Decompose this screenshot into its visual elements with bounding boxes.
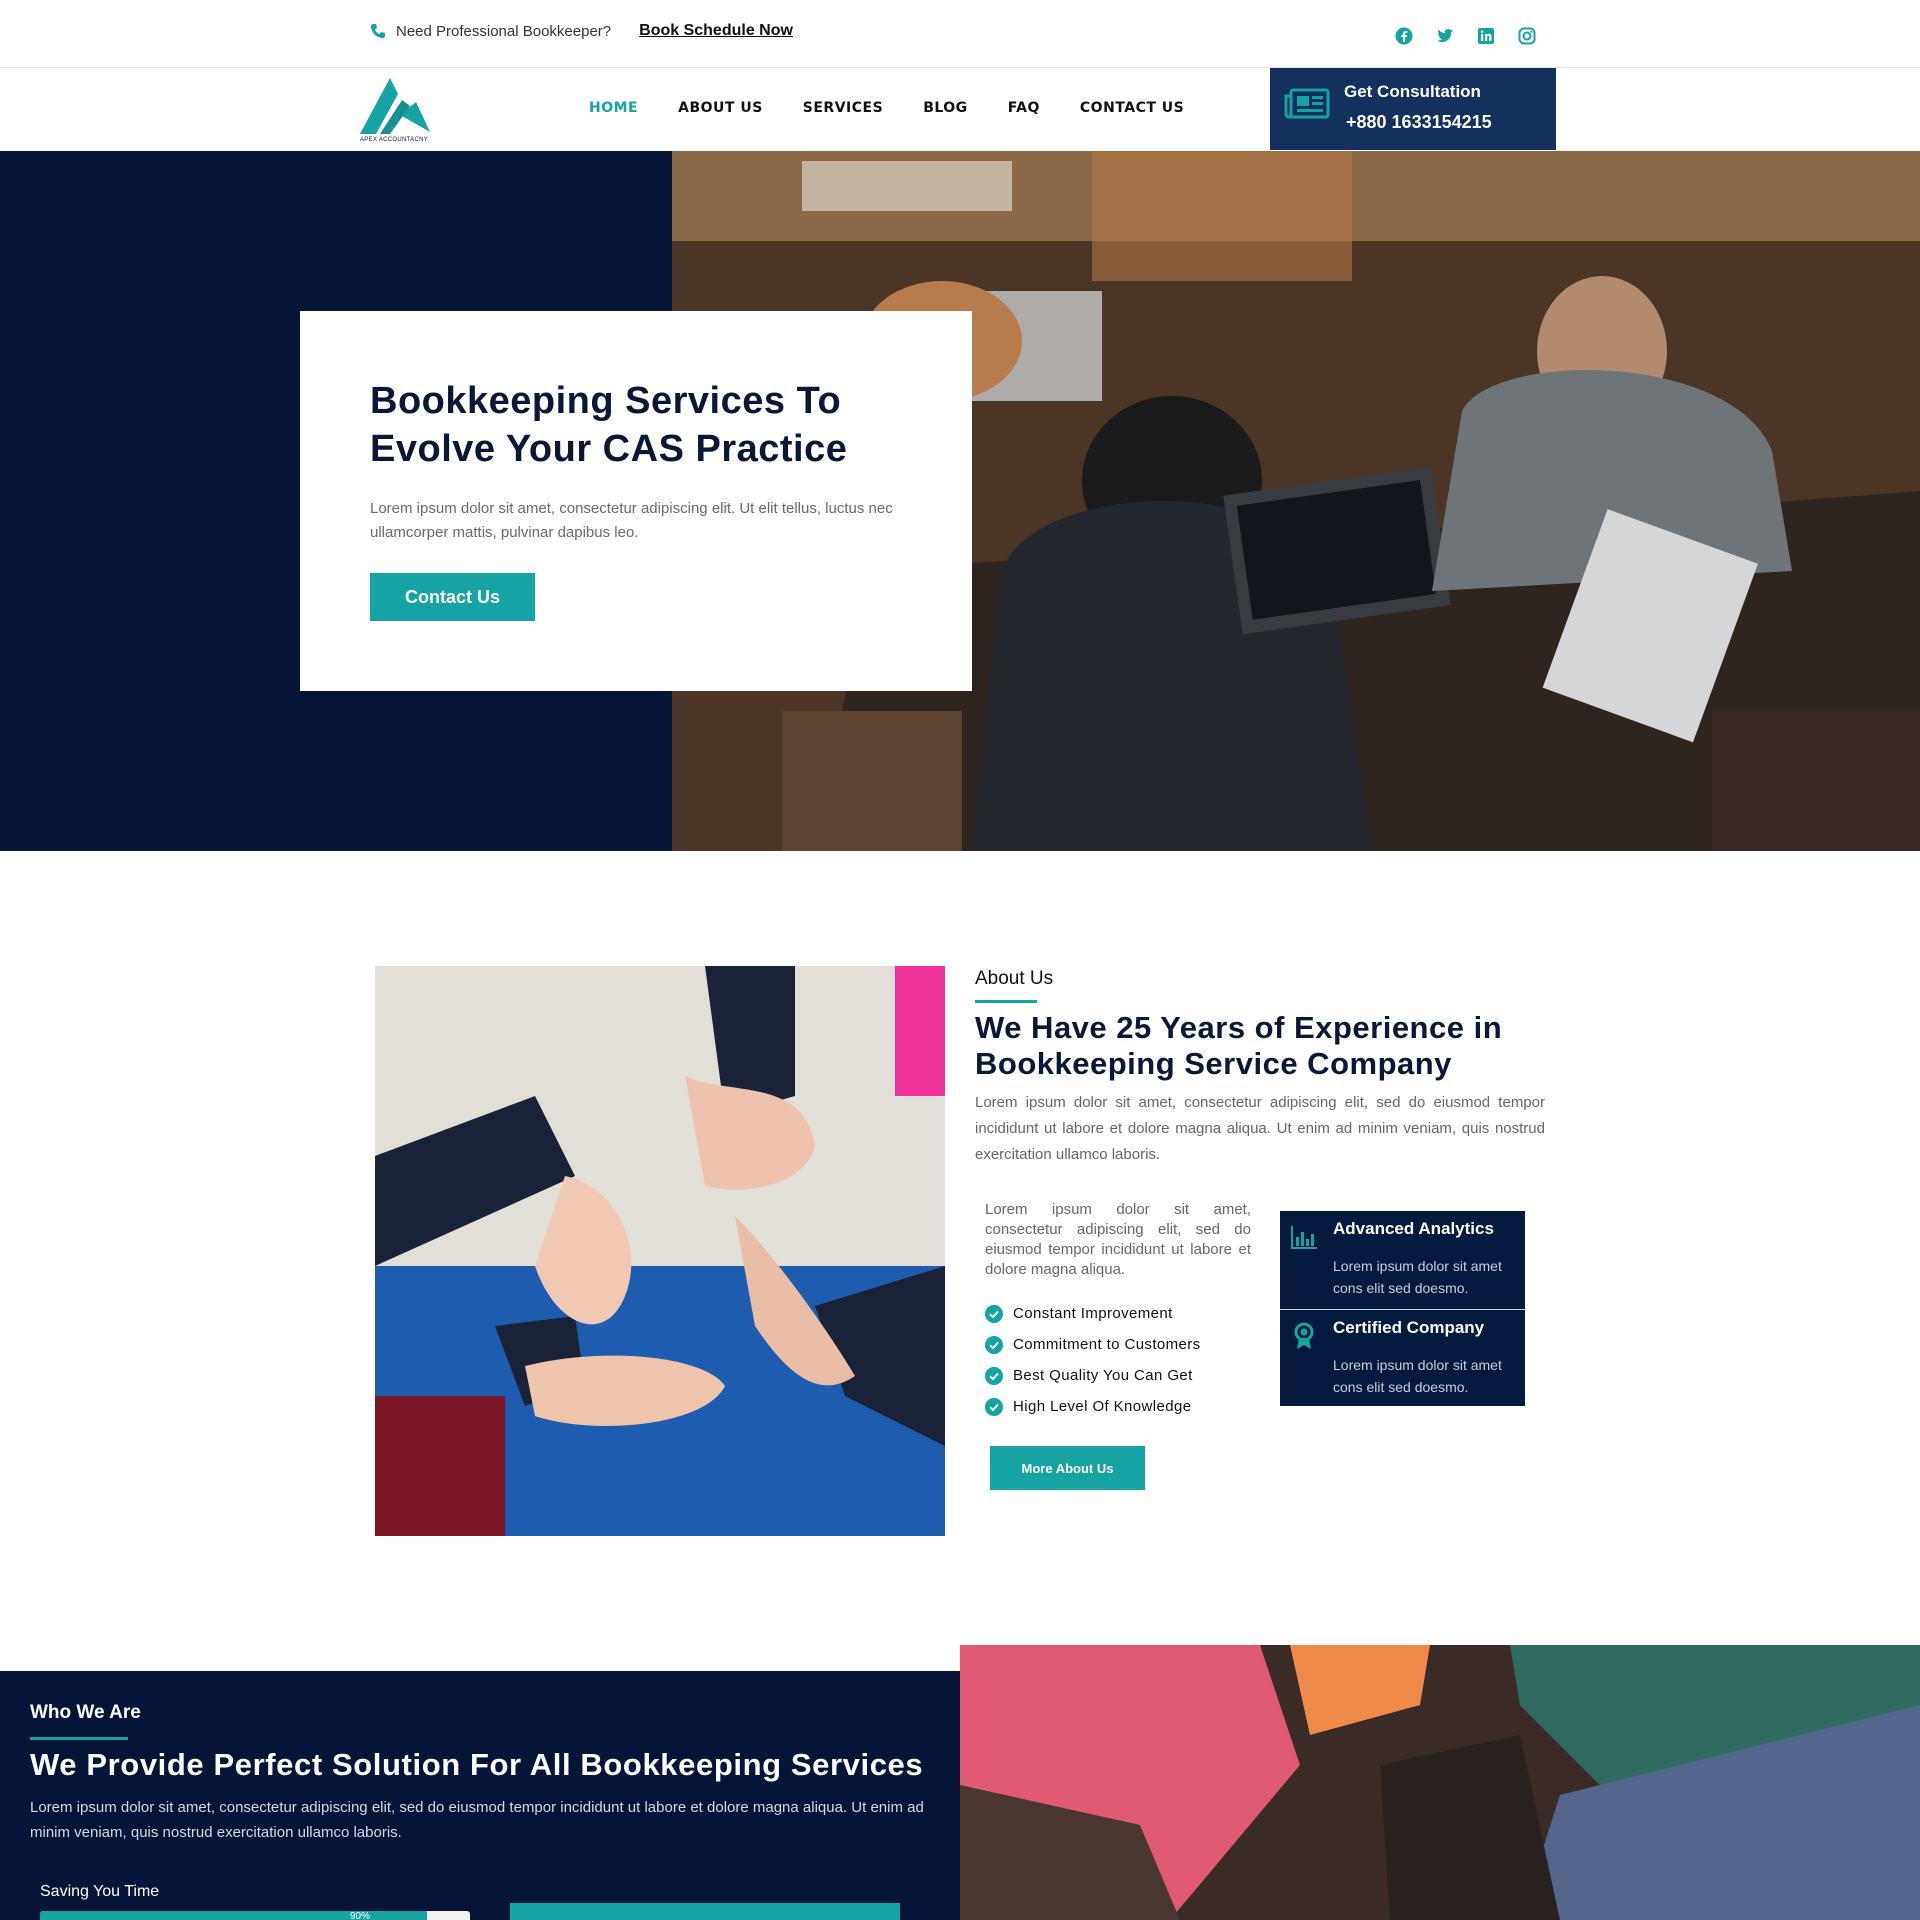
check-circle-icon — [985, 1304, 1003, 1323]
social-links — [1395, 27, 1536, 45]
list-item: Best Quality You Can Get — [985, 1360, 1201, 1391]
facebook-icon[interactable] — [1395, 27, 1413, 45]
hero-title: Bookkeeping Services To Evolve Your CAS … — [370, 380, 848, 470]
teal-box — [510, 1903, 900, 1920]
list-item: Commitment to Customers — [985, 1329, 1201, 1360]
about-title: We Have 25 Years of Experience in Bookke… — [975, 1010, 1503, 1081]
check-circle-icon — [985, 1397, 1003, 1416]
nav-item-contact-us[interactable]: CONTACT US — [1080, 100, 1184, 116]
feature-certified-company: Certified Company Lorem ipsum dolor sit … — [1280, 1309, 1525, 1407]
about-sub-text: Lorem ipsum dolor sit amet, consectetur … — [985, 1201, 1251, 1278]
feature-text: Lorem ipsum dolor sit amet cons elit sed… — [1333, 1258, 1502, 1296]
who-text: Lorem ipsum dolor sit amet, consectetur … — [30, 1799, 924, 1841]
book-schedule-link[interactable]: Book Schedule Now — [639, 22, 793, 40]
hero-card: Bookkeeping Services To Evolve Your CAS … — [300, 311, 972, 691]
top-bar: Need Professional Bookkeeper? Book Sched… — [0, 0, 1920, 68]
about-hands-photo — [375, 966, 945, 1536]
hero-section: Bookkeeping Services To Evolve Your CAS … — [0, 151, 1920, 851]
award-ribbon-icon — [1290, 1322, 1318, 1350]
features-box: Advanced Analytics Lorem ipsum dolor sit… — [1280, 1211, 1525, 1406]
progress-value: 90% — [350, 1911, 371, 1920]
list-item: Constant Improvement — [985, 1298, 1201, 1329]
need-bookkeeper-text: Need Professional Bookkeeper? — [396, 22, 612, 40]
feature-title: Advanced Analytics — [1333, 1219, 1494, 1238]
nav-item-faq[interactable]: FAQ — [1008, 100, 1040, 116]
knit-sweaters-photo — [960, 1645, 1920, 1920]
consultation-phone[interactable]: +880 1633154215 — [1346, 112, 1492, 133]
feature-advanced-analytics: Advanced Analytics Lorem ipsum dolor sit… — [1280, 1211, 1525, 1309]
progress-bar — [40, 1911, 470, 1920]
about-checklist: Constant Improvement Commitment to Custo… — [985, 1298, 1201, 1422]
who-title: We Provide Perfect Solution For All Book… — [30, 1747, 924, 1782]
hero-text: Lorem ipsum dolor sit amet, consectetur … — [370, 500, 893, 541]
nav-menu: HOME ABOUT US SERVICES BLOG FAQ CONTACT … — [589, 100, 1184, 116]
linkedin-icon[interactable] — [1477, 27, 1495, 45]
phone-icon — [370, 23, 386, 39]
who-we-are-section: Who We Are We Provide Perfect Solution F… — [0, 1671, 960, 1920]
check-circle-icon — [985, 1335, 1003, 1354]
logo-text: APEX ACCOUNTACNY — [360, 137, 429, 143]
nav-item-home[interactable]: HOME — [589, 100, 638, 116]
twitter-icon[interactable] — [1436, 27, 1454, 45]
feature-title: Certified Company — [1333, 1318, 1485, 1337]
contact-us-button[interactable]: Contact Us — [370, 573, 535, 621]
bar-chart-icon — [1290, 1223, 1318, 1251]
check-label: High Level Of Knowledge — [1013, 1398, 1192, 1415]
check-label: Commitment to Customers — [1013, 1336, 1201, 1353]
nav-item-about-us[interactable]: ABOUT US — [678, 100, 763, 116]
check-label: Constant Improvement — [1013, 1305, 1173, 1322]
more-about-us-button[interactable]: More About Us — [990, 1446, 1145, 1490]
about-underline — [975, 1000, 1037, 1003]
top-bar-contact: Need Professional Bookkeeper? Book Sched… — [370, 22, 793, 40]
consultation-box[interactable]: Get Consultation +880 1633154215 — [1270, 68, 1556, 150]
about-text: Lorem ipsum dolor sit amet, consectetur … — [975, 1094, 1545, 1163]
check-label: Best Quality You Can Get — [1013, 1367, 1193, 1384]
instagram-icon[interactable] — [1518, 27, 1536, 45]
newspaper-icon — [1284, 86, 1330, 122]
list-item: High Level Of Knowledge — [985, 1391, 1201, 1422]
nav-item-blog[interactable]: BLOG — [923, 100, 968, 116]
about-label: About Us — [975, 968, 1054, 989]
feature-text: Lorem ipsum dolor sit amet cons elit sed… — [1333, 1357, 1502, 1395]
nav-item-services[interactable]: SERVICES — [803, 100, 883, 116]
consultation-title: Get Consultation — [1344, 82, 1481, 101]
check-circle-icon — [985, 1366, 1003, 1385]
who-label: Who We Are — [30, 1702, 141, 1723]
progress-label: Saving You Time — [40, 1883, 160, 1900]
main-navigation: APEX ACCOUNTACNY HOME ABOUT US SERVICES … — [0, 68, 1920, 150]
who-underline — [30, 1737, 128, 1740]
